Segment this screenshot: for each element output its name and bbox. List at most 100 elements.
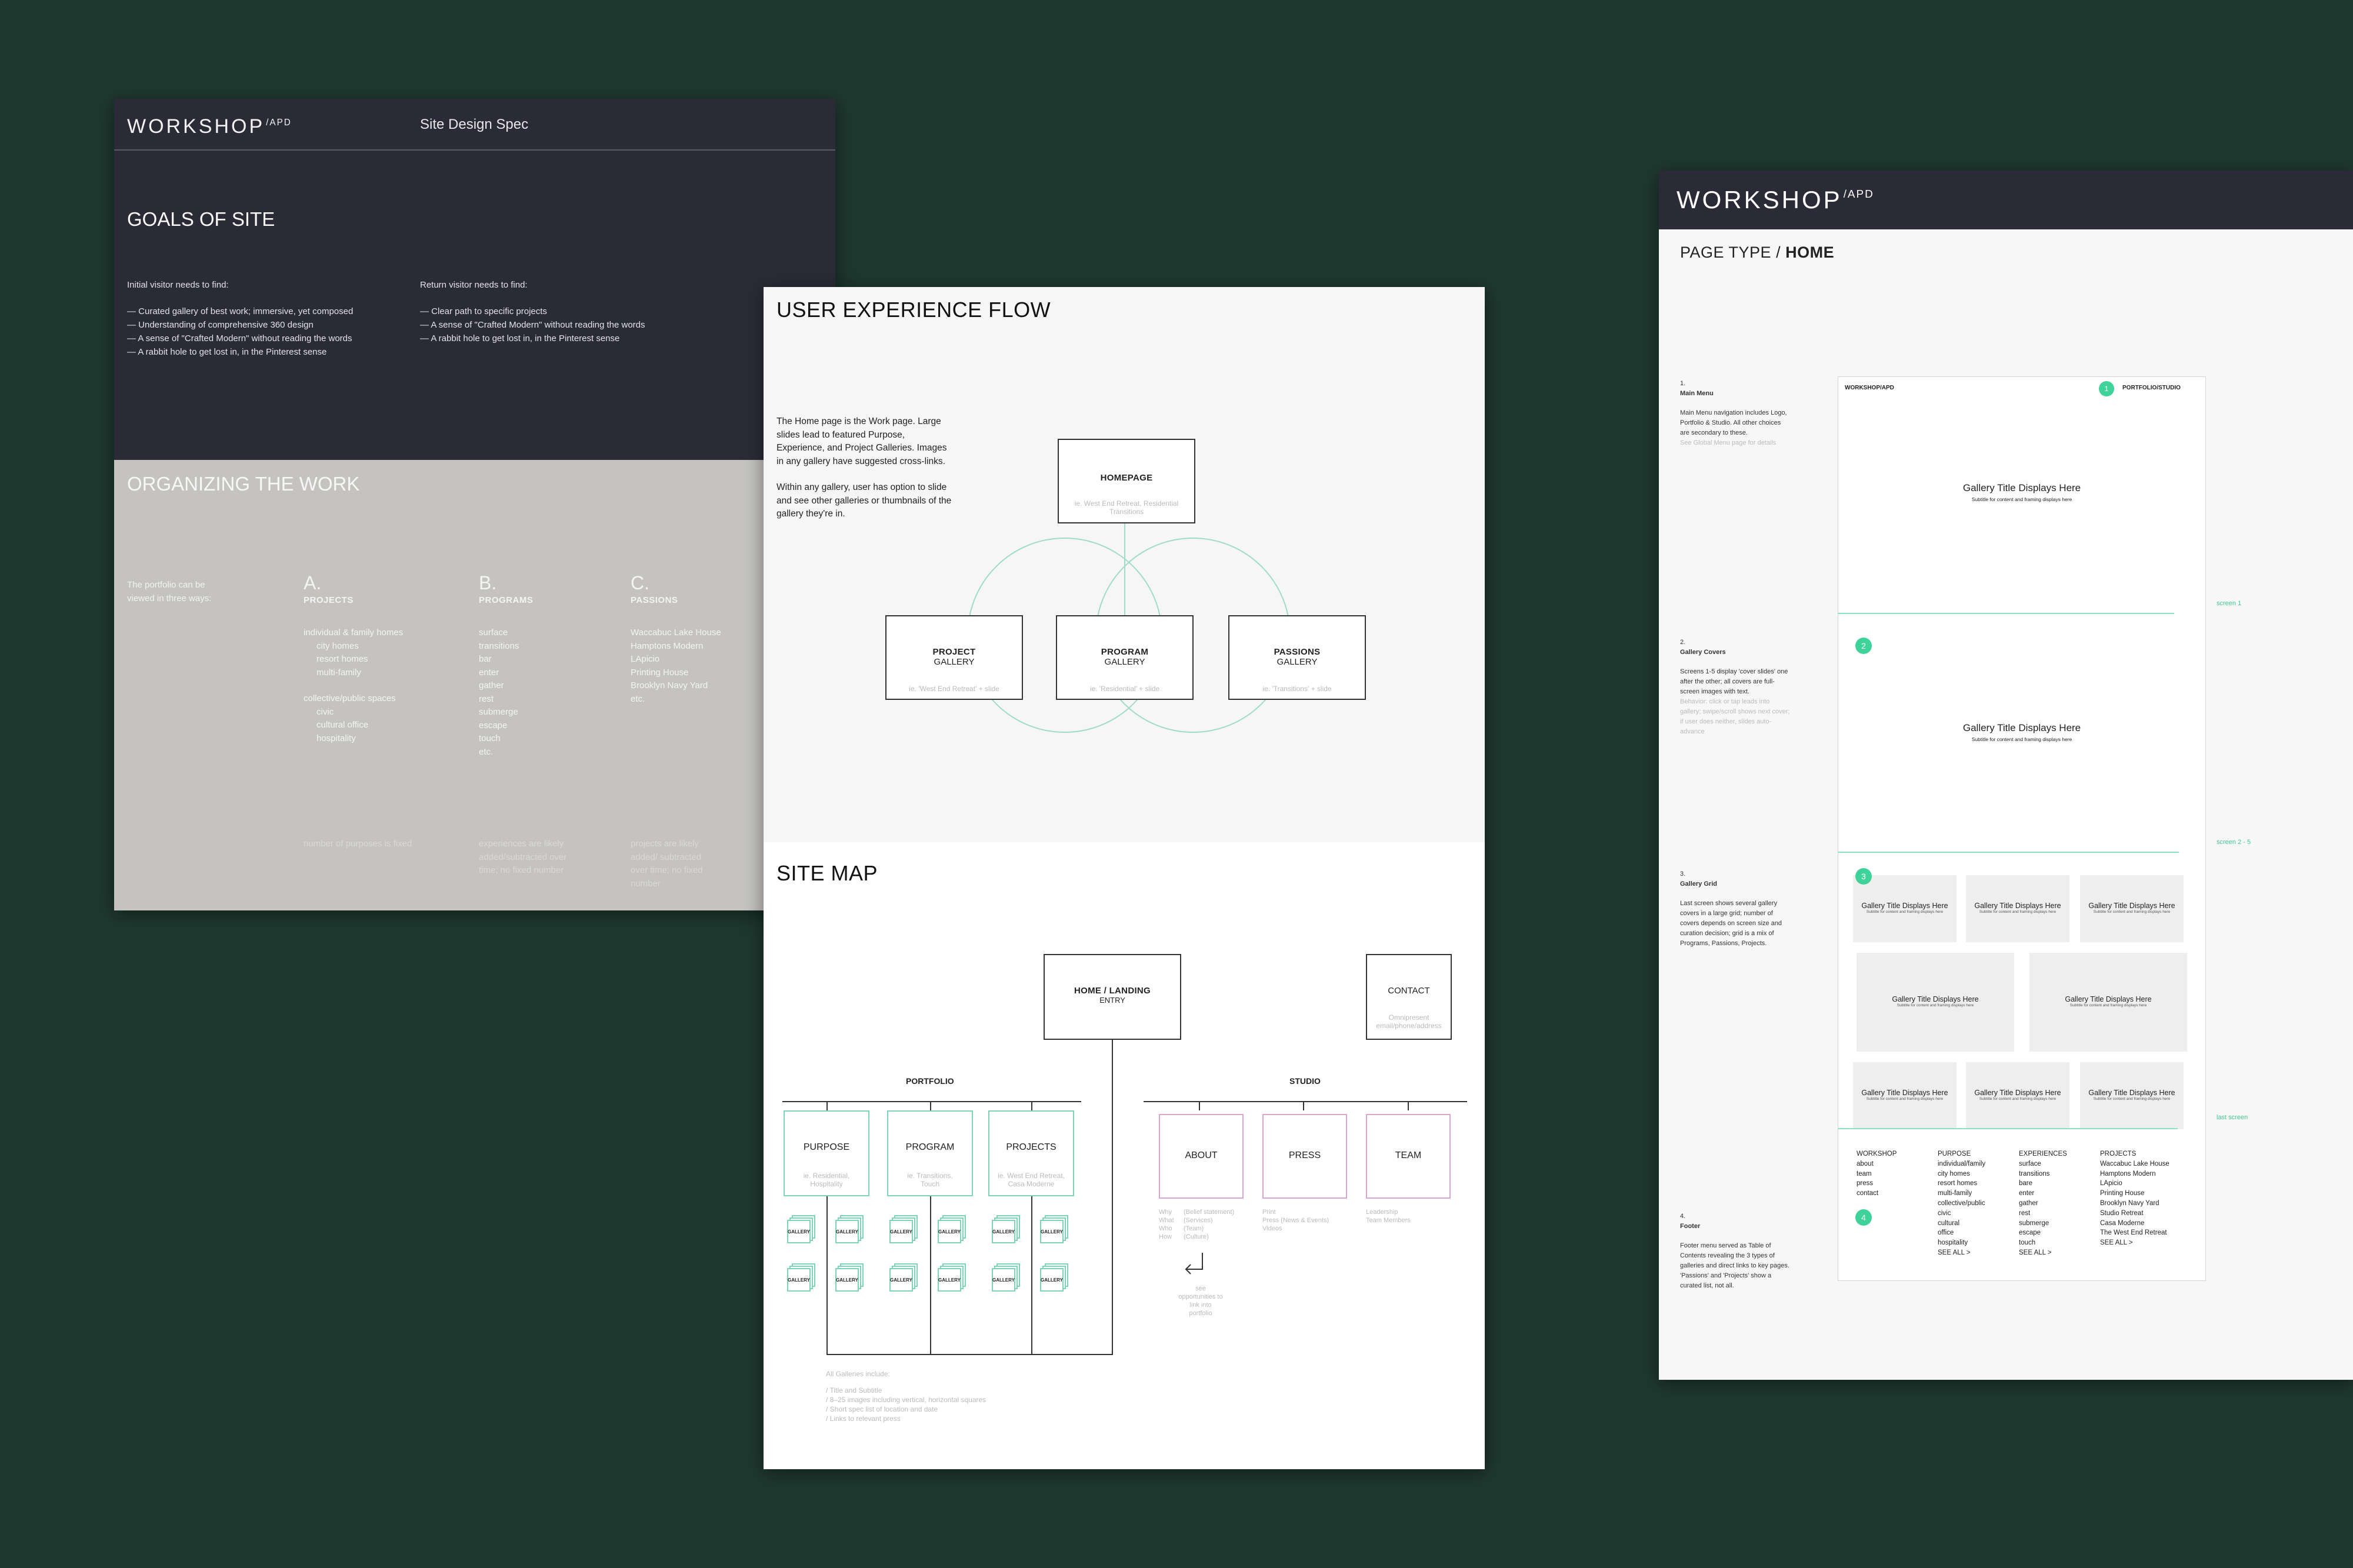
screen-divider <box>1838 1128 2178 1129</box>
list-item: etc. <box>479 746 494 757</box>
footer-link[interactable]: city homes <box>1938 1169 1985 1179</box>
footer-link[interactable]: touch <box>2019 1238 2067 1248</box>
projects-node[interactable]: PROJECTS ie. West End Retreat, Casa Mode… <box>988 1110 1074 1196</box>
connector <box>826 1196 828 1354</box>
team-node[interactable]: TEAM <box>1366 1114 1451 1199</box>
footer-link[interactable]: SEE ALL > <box>2019 1248 2067 1258</box>
about-node[interactable]: ABOUT <box>1159 1114 1244 1199</box>
gallery-thumbnail[interactable]: GALLERY <box>938 1220 961 1243</box>
screen-divider <box>1838 852 2179 853</box>
contact-node[interactable]: CONTACT Omnipresent email/phone/address <box>1366 954 1452 1040</box>
program-gallery-node[interactable]: PROGRAM GALLERY ie. 'Residential' + slid… <box>1056 615 1194 700</box>
section-gallery-grid: 3. Gallery Grid Last screen shows severa… <box>1680 869 1792 949</box>
gallery-thumbnail[interactable]: GALLERY <box>992 1268 1015 1292</box>
footer-link[interactable]: office <box>1938 1228 1985 1238</box>
gallery-thumbnail[interactable]: GALLERY <box>889 1268 913 1292</box>
gallery-card[interactable]: Gallery Title Displays Here Subtitle for … <box>1853 1062 1957 1129</box>
footer-link[interactable]: hospitality <box>1938 1238 1985 1248</box>
homepage-node[interactable]: HOMEPAGE ie. West End Retreat, Residenti… <box>1058 439 1195 523</box>
passions-gallery-node[interactable]: PASSIONS GALLERY ie. 'Transitions' + sli… <box>1228 615 1366 700</box>
gallery-card[interactable]: Gallery Title Displays Here Subtitle for … <box>1966 1062 2069 1129</box>
section-title: Gallery Covers <box>1680 649 1726 656</box>
footer-link[interactable]: enter <box>2019 1189 2067 1199</box>
gallery-thumbnail[interactable]: GALLERY <box>835 1220 859 1243</box>
gallery-card[interactable]: Gallery Title Displays Here Subtitle for … <box>2080 875 2184 942</box>
footer-link[interactable]: The West End Retreat <box>2100 1228 2169 1238</box>
node-label: TEAM <box>1395 1150 1422 1160</box>
footer-link[interactable]: Hamptons Modern <box>2100 1169 2169 1179</box>
footer-link[interactable]: Printing House <box>2100 1189 2169 1199</box>
mock-menu[interactable]: PORTFOLIO/STUDIO <box>2122 385 2181 391</box>
gallery-card[interactable]: Gallery Title Displays Here Subtitle for … <box>1966 875 2069 942</box>
gallery-title: Gallery Title Displays Here <box>1962 722 2081 733</box>
gallery-thumbnail[interactable]: GALLERY <box>835 1268 859 1292</box>
footer-link[interactable]: gather <box>2019 1199 2067 1209</box>
footer-link[interactable]: civic <box>1938 1209 1985 1219</box>
footer-link[interactable]: cultural <box>1938 1219 1985 1229</box>
footer-link[interactable]: SEE ALL > <box>2100 1238 2169 1248</box>
footer-col-experiences: EXPERIENCES surface transitions bare ent… <box>2019 1149 2067 1258</box>
press-node[interactable]: PRESS <box>1262 1114 1347 1199</box>
category-letter: A. <box>304 572 322 593</box>
gallery-title: Gallery Title Displays Here <box>1962 482 2081 493</box>
footer-link[interactable]: bare <box>2019 1179 2067 1189</box>
footer-link[interactable]: team <box>1857 1169 1897 1179</box>
node-label: PURPOSE <box>803 1142 850 1152</box>
gallery-card[interactable]: Gallery Title Displays Here Subtitle for … <box>1853 875 1957 942</box>
initial-visitor-column: Initial visitor needs to find: — Curated… <box>127 278 404 359</box>
gallery-thumbnail[interactable]: GALLERY <box>787 1268 811 1292</box>
home-landing-node[interactable]: HOME / LANDING ENTRY <box>1044 954 1181 1040</box>
workshop-logo: WORKSHOP/APD <box>1677 186 1874 213</box>
gallery-card[interactable]: Gallery Title Displays Here Subtitle for … <box>1857 953 2014 1052</box>
gallery-thumbnail[interactable]: GALLERY <box>1040 1268 1064 1292</box>
footer-link[interactable]: SEE ALL > <box>1938 1248 1985 1258</box>
node-note: ie. 'Residential' + slide <box>1089 685 1160 693</box>
gallery-thumbnail[interactable]: GALLERY <box>889 1220 913 1243</box>
footer-link[interactable]: submerge <box>2019 1219 2067 1229</box>
gallery-thumbnail[interactable]: GALLERY <box>1040 1220 1064 1243</box>
purpose-node[interactable]: PURPOSE ie. Residential, Hospitality <box>784 1110 869 1196</box>
node-label: PROGRAM <box>1101 647 1149 657</box>
footer-link[interactable]: multi-family <box>1938 1189 1985 1199</box>
footer-link[interactable]: Casa Moderne <box>2100 1219 2169 1229</box>
footer-link[interactable]: individual/family <box>1938 1159 1985 1169</box>
section-title: Footer <box>1680 1223 1701 1230</box>
gallery-card[interactable]: Gallery Title Displays Here Subtitle for … <box>2080 1062 2184 1129</box>
initial-visitor-heading: Initial visitor needs to find: <box>127 280 229 290</box>
footer-link[interactable]: about <box>1857 1159 1897 1169</box>
page-type-value: HOME <box>1785 243 1835 261</box>
gallery-card[interactable]: Gallery Title Displays Here Subtitle for … <box>2029 953 2187 1052</box>
project-gallery-node[interactable]: PROJECT GALLERY ie. 'West End Retreat' +… <box>885 615 1023 700</box>
footer-link[interactable]: press <box>1857 1179 1897 1189</box>
gallery-thumbnail[interactable]: GALLERY <box>938 1268 961 1292</box>
galleries-heading: All Galleries include: <box>826 1370 890 1378</box>
site-design-spec-sheet: WORKSHOP/APD Site Design Spec GOALS OF S… <box>114 99 835 910</box>
node-label: ABOUT <box>1185 1150 1218 1160</box>
footer-link[interactable]: transitions <box>2019 1169 2067 1179</box>
footer-link[interactable]: Waccabuc Lake House <box>2100 1159 2169 1169</box>
footer-link[interactable]: Brooklyn Navy Yard <box>2100 1199 2169 1209</box>
footer-link[interactable]: escape <box>2019 1228 2067 1238</box>
section-number: 2. <box>1680 639 1686 646</box>
category-programs: B. PROGRAMS surface transitions bar ente… <box>479 573 608 759</box>
gallery-title: Gallery Title Displays Here <box>2088 902 2175 910</box>
footer-link[interactable]: rest <box>2019 1209 2067 1219</box>
footer-link[interactable]: Studio Retreat <box>2100 1209 2169 1219</box>
list-item: Printing House <box>631 667 689 678</box>
homepage-label: HOMEPAGE <box>1100 473 1153 483</box>
footer-col-workshop: WORKSHOP about team press contact <box>1857 1149 1897 1199</box>
mock-logo[interactable]: WORKSHOP/APD <box>1845 385 1894 391</box>
gallery-thumbnail[interactable]: GALLERY <box>992 1220 1015 1243</box>
connector <box>826 1101 828 1110</box>
footer-link[interactable]: LApicio <box>2100 1179 2169 1189</box>
footer-link[interactable]: surface <box>2019 1159 2067 1169</box>
footer-link[interactable]: resort homes <box>1938 1179 1985 1189</box>
opportunities-note: see opportunities to link into portfolio <box>1178 1285 1223 1317</box>
footer-link[interactable]: contact <box>1857 1189 1897 1199</box>
cover-slide-1[interactable]: Gallery Title Displays Here Subtitle for… <box>1838 482 2206 502</box>
footer-link[interactable]: collective/public <box>1938 1199 1985 1209</box>
gallery-thumbnail[interactable]: GALLERY <box>787 1220 811 1243</box>
cover-slide-2[interactable]: Gallery Title Displays Here Subtitle for… <box>1838 722 2206 742</box>
team-notes: Leadership Team Members <box>1366 1209 1411 1224</box>
program-node[interactable]: PROGRAM ie. Transitions, Touch <box>887 1110 973 1196</box>
